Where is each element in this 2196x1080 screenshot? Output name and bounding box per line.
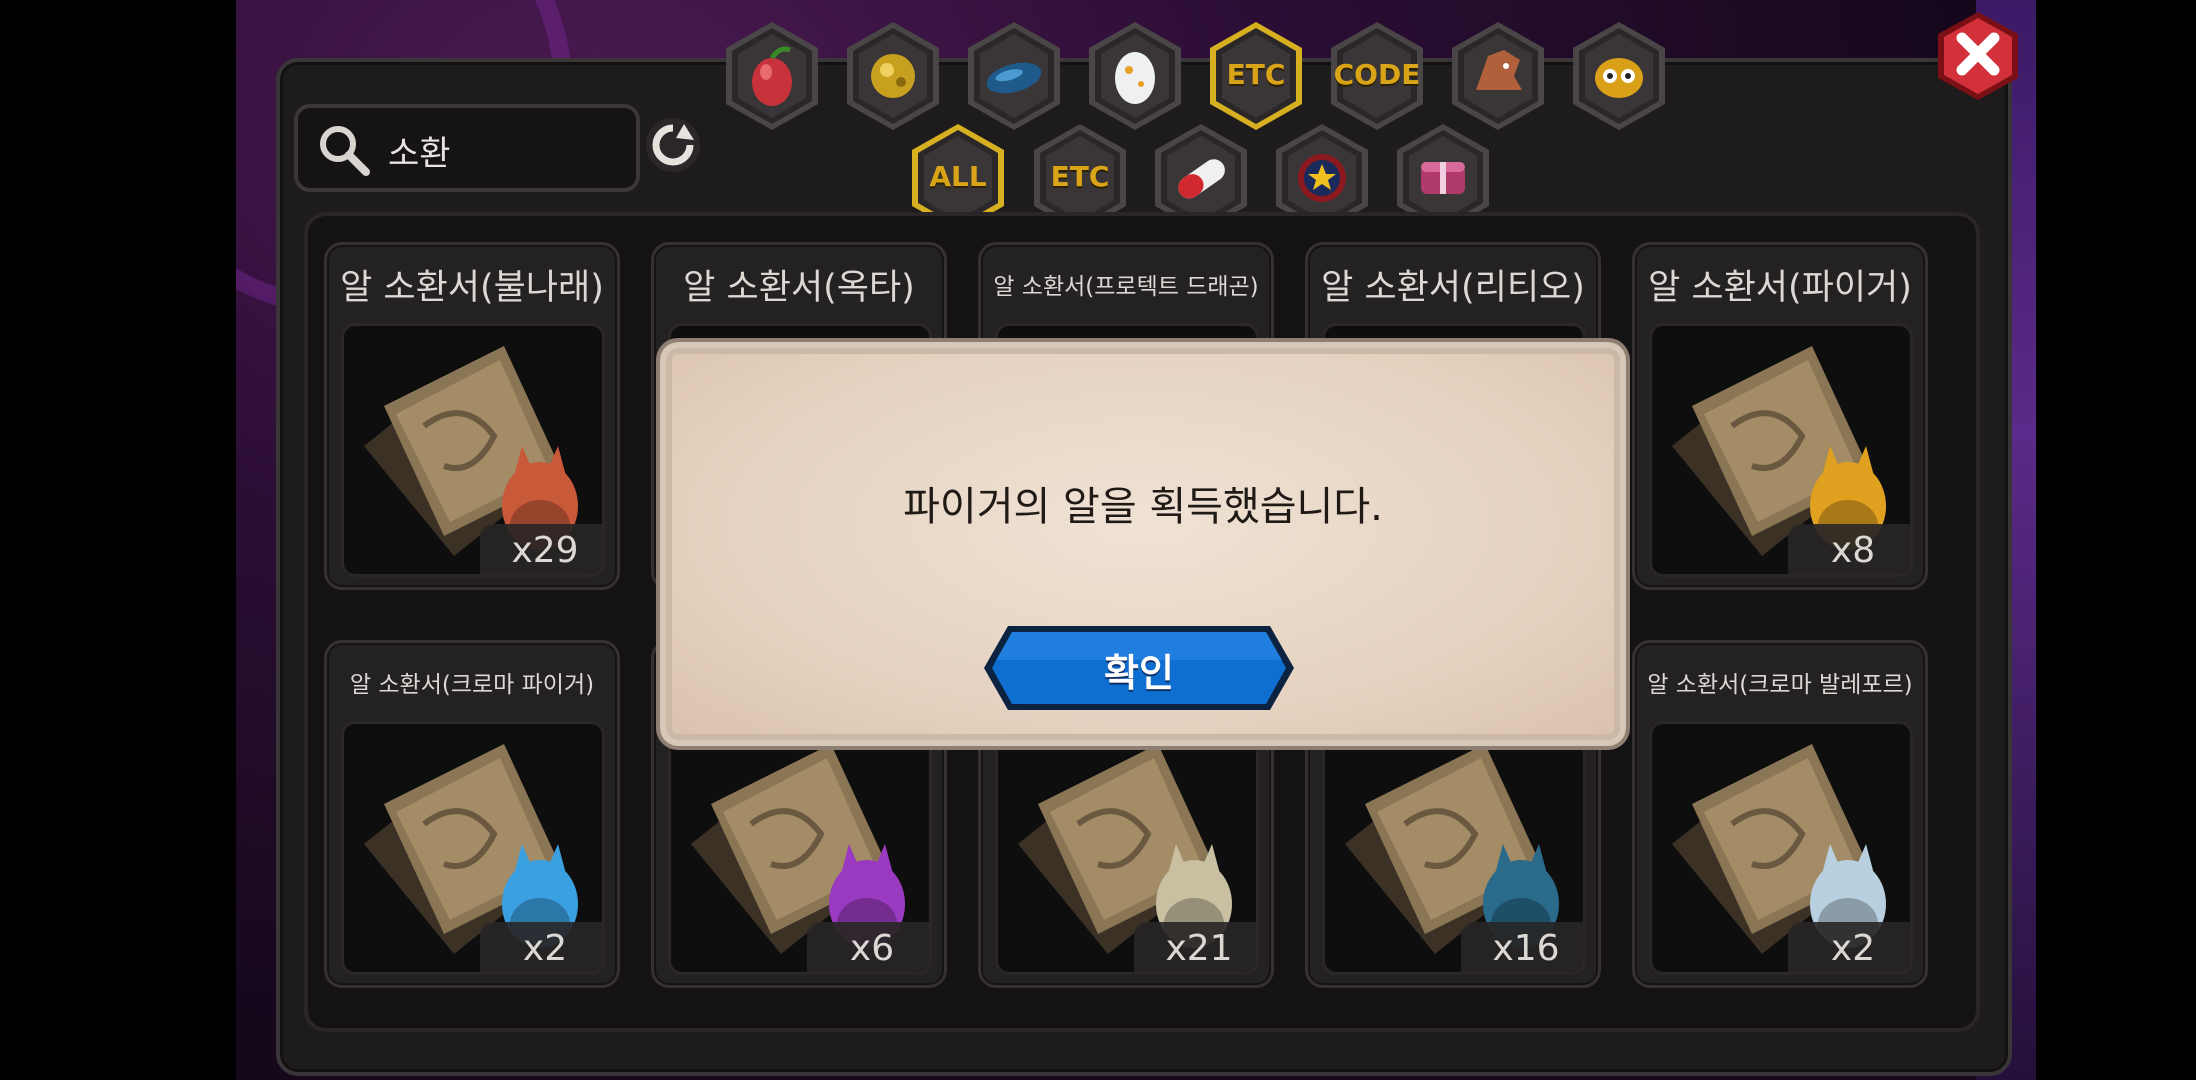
item-count: x2 [1788,922,1910,972]
item-thumbnail: x8 [1649,323,1913,577]
category-tab-dragon-head[interactable] [1448,20,1548,132]
item-count: x2 [480,922,602,972]
category-tab-blue-feather[interactable] [964,20,1064,132]
item-thumbnail: x6 [668,721,932,975]
search-input[interactable]: 소환 [294,104,640,192]
blue-feather-icon [968,22,1060,130]
item-count: x8 [1788,524,1910,574]
item-title: 알 소환서(리티오) [1321,268,1585,308]
category-tab-code[interactable]: CODE [1327,20,1427,132]
gold-orb-icon [847,22,939,130]
category-tab-gold-orb[interactable] [843,20,943,132]
category-tab-egg[interactable] [1085,20,1185,132]
item-thumbnail: x2 [1649,721,1913,975]
tab-label: ALL [929,160,987,193]
search-icon [320,126,370,176]
item-title: 알 소환서(불나래) [340,268,604,308]
fruit-icon [726,22,818,130]
item-count: x6 [807,922,929,972]
search-text: 소환 [388,134,451,174]
item-count: x21 [1134,922,1256,972]
tab-label: CODE [1333,58,1421,91]
dialog-message: 파이거의 알을 획득했습니다. [903,484,1383,530]
item-card[interactable]: 알 소환서(파이거) x8 [1632,242,1928,590]
tab-label: ETC [1226,58,1286,91]
close-button[interactable] [1932,8,2024,104]
item-card[interactable]: 알 소환서(불나래) x29 [324,242,620,590]
category-tab-owl-mask[interactable] [1569,20,1669,132]
confirm-label: 확인 [1104,651,1174,695]
category-tab-etc[interactable]: ETC [1206,20,1306,132]
item-thumbnail: x2 [341,721,605,975]
item-card[interactable]: 알 소환서(크로마 파이거) x2 [324,640,620,988]
item-count: x16 [1461,922,1583,972]
item-thumbnail: x21 [995,721,1259,975]
item-title: 알 소환서(프로텍트 드래곤) [993,274,1259,300]
dragon-head-icon [1452,22,1544,130]
egg-icon [1089,22,1181,130]
item-thumbnail: x16 [1322,721,1586,975]
confirm-button[interactable]: 확인 [982,624,1296,712]
tab-label: ETC [1050,160,1110,193]
notification-dialog: 파이거의 알을 획득했습니다. 확인 [660,342,1626,746]
game-screen: 소환 ETC CODE ALL ETC 알 소환서(불나래) x29 알 소환서(옥타)… [0,0,2196,1080]
item-title: 알 소환서(파이거) [1648,268,1912,308]
item-count: x29 [480,524,602,574]
owl-mask-icon [1573,22,1665,130]
item-card[interactable]: 알 소환서(크로마 발레포르) x2 [1632,640,1928,988]
refresh-icon[interactable] [644,116,702,174]
item-title: 알 소환서(크로마 발레포르) [1647,672,1913,698]
item-title: 알 소환서(크로마 파이거) [349,672,595,698]
item-title: 알 소환서(옥타) [683,268,915,308]
category-tab-fruit[interactable] [722,20,822,132]
item-thumbnail: x29 [341,323,605,577]
